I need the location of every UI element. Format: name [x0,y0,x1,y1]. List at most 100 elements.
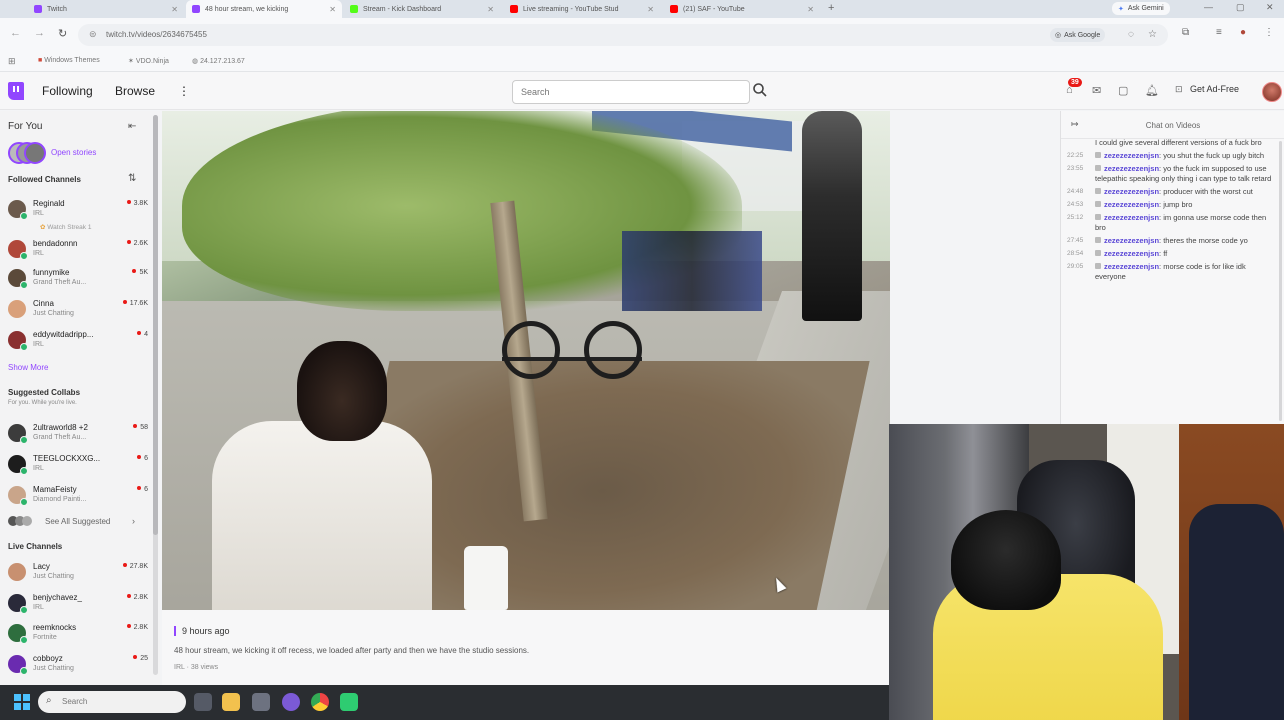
chat-header-title: Chat on Videos [1145,121,1201,130]
task-view-icon[interactable] [194,693,212,711]
channel-avatar [8,655,28,675]
extensions-icon[interactable]: ⧉ [1182,27,1189,38]
close-window-icon[interactable]: ✕ [1266,2,1274,13]
channel-name: bendadonnn [33,239,78,248]
sidebar-scrollbar[interactable] [153,115,158,675]
open-stories-link[interactable]: Open stories [51,148,96,157]
close-tab-icon[interactable]: ✕ [171,5,178,14]
search-box [512,80,750,104]
live-channels-heading: Live Channels [8,542,63,551]
whispers-mail-icon[interactable]: ✉ [1092,84,1101,97]
twitch-favicon-icon [34,5,42,13]
browser-menu-icon[interactable]: ⋮ [1264,27,1274,38]
file-explorer-icon[interactable] [222,693,240,711]
channel-avatar [8,594,28,614]
close-tab-icon[interactable]: ✕ [807,5,814,14]
reload-icon[interactable]: ↻ [58,27,67,40]
search-input[interactable] [513,81,749,103]
search-button[interactable] [752,82,774,104]
stories-avatars[interactable] [8,142,46,164]
see-all-suggested-link[interactable]: See All Suggested › [8,516,148,528]
forward-arrow-icon[interactable]: → [34,27,45,39]
live-channel-item[interactable]: reemknocks Fortnite 2.8K [6,621,148,645]
viewer-count: 2.8K [127,624,148,631]
new-tab-button[interactable]: + [828,2,834,14]
discord-icon[interactable] [282,693,300,711]
gemini-icon: ✦ [1118,5,1124,13]
chat-bubble-icon[interactable]: ▢ [1118,84,1128,97]
ask-google-label: Ask Google [1064,31,1101,39]
browser-tab[interactable]: Twitch ✕ [28,0,184,18]
profile-icon[interactable]: ● [1240,27,1246,38]
bookmark-label: VDO.Ninja [135,58,169,65]
video-title: 48 hour stream, we kicking it off recess… [174,646,530,655]
minimize-icon[interactable]: — [1204,2,1213,12]
show-more-link[interactable]: Show More [8,363,48,372]
eye-off-icon[interactable]: ◌ [1128,29,1134,40]
close-tab-icon[interactable]: ✕ [329,5,336,14]
windows-themes-icon: ■ [38,57,43,64]
followed-channel-item[interactable]: Reginald IRL 3.8K [6,197,148,221]
bookmarks-bar: ⊞ ■ Windows Themes ✶ VDO.Ninja ◍ 24.127.… [0,52,1284,72]
collapse-sidebar-icon[interactable]: ⇤ [128,121,136,132]
video-scene-chairs [622,231,762,311]
ask-gemini-button[interactable]: ✦ Ask Gemini [1112,2,1170,15]
video-meta[interactable]: IRL · 38 views [174,664,218,671]
windows-taskbar: ⌕ Search [0,685,889,720]
get-ad-free-button[interactable]: Get Ad-Free [1190,84,1239,94]
sort-icon[interactable]: ⇅ [128,173,136,184]
followed-channel-item[interactable]: eddywitdadripp... IRL 4 [6,328,148,352]
nav-following-link[interactable]: Following [42,84,93,98]
video-player[interactable] [162,111,890,610]
windows-start-icon[interactable] [14,694,30,710]
back-arrow-icon[interactable]: ← [10,27,21,39]
left-sidebar: For You ⇤ Open stories Followed Channels… [0,111,160,685]
user-avatar[interactable] [1262,82,1282,102]
live-channel-item[interactable]: cobboyz Just Chatting 25 [6,652,148,676]
browser-tab[interactable]: Stream - Kick Dashboard ✕ [344,0,500,18]
ask-google-button[interactable]: ◎ Ask Google [1050,28,1106,42]
browser-tab[interactable]: (21) SAF - YouTube ✕ [664,0,820,18]
suggested-channel-item[interactable]: TEEGLOCKXXG... IRL 6 [6,452,148,476]
store-icon[interactable] [252,693,270,711]
browser-tab[interactable]: Live streaming - YouTube Stud ✕ [504,0,660,18]
live-channel-item[interactable]: benjychavez_ IRL 2.8K [6,591,148,615]
viewer-count: 6 [137,455,148,462]
bookmark-item[interactable]: ■ Windows Themes [38,57,100,64]
bookmark-item[interactable]: ◍ 24.127.213.67 [192,57,245,65]
followed-channel-item[interactable]: funnymike Grand Theft Au... 5K [6,266,148,290]
twitch-top-nav: Following Browse ⋮ ⌂ 39 ✉ ▢ 🔔︎ ⊡ Get Ad-… [0,72,1284,110]
url-text[interactable]: twitch.tv/videos/2634675455 [106,30,207,39]
followed-channels-heading: Followed Channels [8,175,81,184]
channel-name: eddywitdadripp... [33,330,94,339]
see-all-suggested-label: See All Suggested [45,517,111,526]
vdo-ninja-icon: ✶ [128,58,134,65]
browser-tab-active[interactable]: 48 hour stream, we kicking ✕ [186,0,342,18]
kick-app-icon[interactable] [340,693,358,711]
channel-category: Diamond Painti... [33,496,87,503]
chat-scrollbar[interactable] [1279,141,1282,421]
twitch-logo-icon[interactable] [8,82,24,100]
bookmark-star-icon[interactable]: ☆ [1148,29,1157,40]
chrome-icon[interactable] [311,693,329,711]
media-controls-icon[interactable]: ≡ [1216,27,1222,38]
taskbar-search-box[interactable]: ⌕ Search [38,691,186,713]
maximize-icon[interactable]: ▢ [1236,2,1245,13]
nav-browse-link[interactable]: Browse [115,84,155,98]
address-bar[interactable]: ⊜ twitch.tv/videos/2634675455 ◎ Ask Goog… [78,24,1168,46]
suggested-channel-item[interactable]: 2ultraworld8 +2 Grand Theft Au... 58 [6,421,148,445]
site-info-icon[interactable]: ⊜ [89,29,97,40]
followed-channel-item[interactable]: bendadonnn IRL 2.6K [6,237,148,261]
more-menu-icon[interactable]: ⋮ [178,84,190,98]
close-tab-icon[interactable]: ✕ [647,5,654,14]
suggested-channel-item[interactable]: MamaFeisty Diamond Painti... 6 [6,483,148,507]
ask-gemini-label: Ask Gemini [1127,5,1164,12]
bookmark-item[interactable]: ✶ VDO.Ninja [128,57,169,65]
followed-channel-item[interactable]: Cinna Just Chatting 17.6K [6,297,148,321]
apps-grid-icon[interactable]: ⊞ [8,56,16,67]
channel-name: cobboyz [33,654,63,663]
story-ring-icon [20,436,28,444]
notifications-bell-icon[interactable]: 🔔︎ [1145,84,1159,97]
close-tab-icon[interactable]: ✕ [487,5,494,14]
live-channel-item[interactable]: Lacy Just Chatting 27.8K [6,560,148,584]
